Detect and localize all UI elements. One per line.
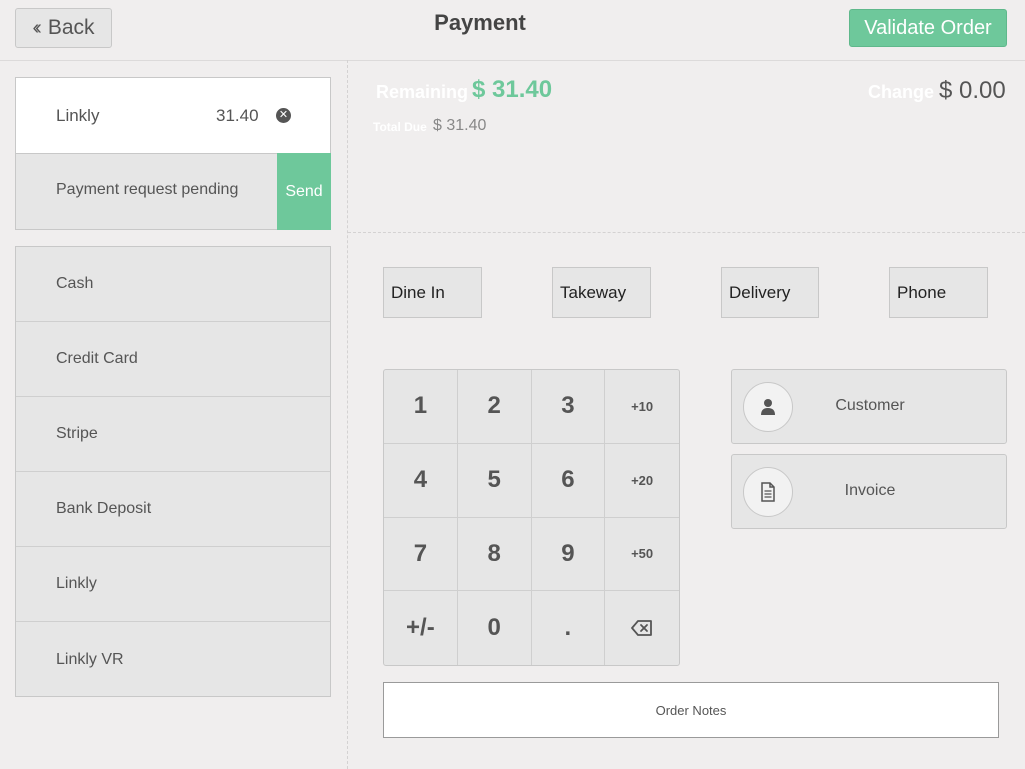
payment-methods-list: Cash Credit Card Stripe Bank Deposit Lin… <box>15 246 331 697</box>
numpad-key-6[interactable]: 6 <box>531 443 606 518</box>
payment-pending-row: Payment request pending Send <box>15 153 331 230</box>
change-value: $ 0.00 <box>939 77 1006 104</box>
numpad-key-8[interactable]: 8 <box>457 517 532 592</box>
validate-order-button[interactable]: Validate Order <box>849 9 1007 47</box>
invoice-label: Invoice <box>844 482 896 499</box>
payment-method-bank-deposit[interactable]: Bank Deposit <box>16 472 330 547</box>
payment-method-linkly[interactable]: Linkly <box>16 547 330 622</box>
payment-method-linkly-vr[interactable]: Linkly VR <box>16 622 330 697</box>
header-divider <box>0 60 1025 61</box>
paymentline-selected[interactable]: Linkly 31.40 ✕ <box>15 77 331 153</box>
numpad-key-5[interactable]: 5 <box>457 443 532 518</box>
remaining-label: Remaining <box>376 82 469 102</box>
back-label: Back <box>47 16 95 39</box>
pending-status-text: Payment request pending <box>56 181 239 198</box>
total-due-label: Total Due <box>373 120 427 134</box>
order-type-dine-in[interactable]: Dine In <box>383 267 482 318</box>
customer-label: Customer <box>835 397 905 414</box>
numpad-key-4[interactable]: 4 <box>384 443 458 518</box>
total-due-value: $ 31.40 <box>433 117 487 134</box>
summary-divider <box>348 232 1025 233</box>
paymentline-name: Linkly <box>56 106 100 125</box>
order-type-phone[interactable]: Phone <box>889 267 988 318</box>
numpad-key-1[interactable]: 1 <box>384 370 458 444</box>
numpad-key-3[interactable]: 3 <box>531 370 606 444</box>
order-type-delivery[interactable]: Delivery <box>721 267 819 318</box>
paymentline-amount[interactable]: 31.40 <box>216 106 259 126</box>
send-button[interactable]: Send <box>277 153 331 230</box>
payment-method-stripe[interactable]: Stripe <box>16 397 330 472</box>
page-title: Payment <box>434 10 526 35</box>
panel-divider <box>347 60 348 769</box>
numpad: 1 2 3 +10 4 5 6 +20 7 8 9 +50 +/- 0 . <box>383 369 680 666</box>
double-chevron-left-icon: ‹‹ <box>32 16 42 39</box>
back-button[interactable]: ‹‹ Back <box>15 8 112 48</box>
backspace-icon <box>631 620 653 637</box>
numpad-key-7[interactable]: 7 <box>384 517 458 592</box>
payment-method-cash[interactable]: Cash <box>16 247 330 322</box>
invoice-button[interactable]: Invoice <box>731 454 1007 529</box>
numpad-key-plus-minus[interactable]: +/- <box>384 591 458 665</box>
numpad-key-2[interactable]: 2 <box>457 370 532 444</box>
numpad-key-plus-50[interactable]: +50 <box>605 518 679 592</box>
order-type-takeaway[interactable]: Takeway <box>552 267 651 318</box>
order-notes-button[interactable]: Order Notes <box>383 682 999 738</box>
numpad-key-0[interactable]: 0 <box>458 591 532 665</box>
numpad-key-backspace[interactable] <box>605 591 679 665</box>
numpad-key-plus-10[interactable]: +10 <box>605 370 679 444</box>
payment-method-credit-card[interactable]: Credit Card <box>16 322 330 397</box>
numpad-key-plus-20[interactable]: +20 <box>605 444 679 518</box>
numpad-key-decimal[interactable]: . <box>532 591 606 665</box>
numpad-key-9[interactable]: 9 <box>531 517 606 592</box>
remove-paymentline-icon[interactable]: ✕ <box>276 108 291 123</box>
remaining-value: $ 31.40 <box>472 76 553 103</box>
change-label: Change <box>868 82 935 102</box>
customer-button[interactable]: Customer <box>731 369 1007 444</box>
